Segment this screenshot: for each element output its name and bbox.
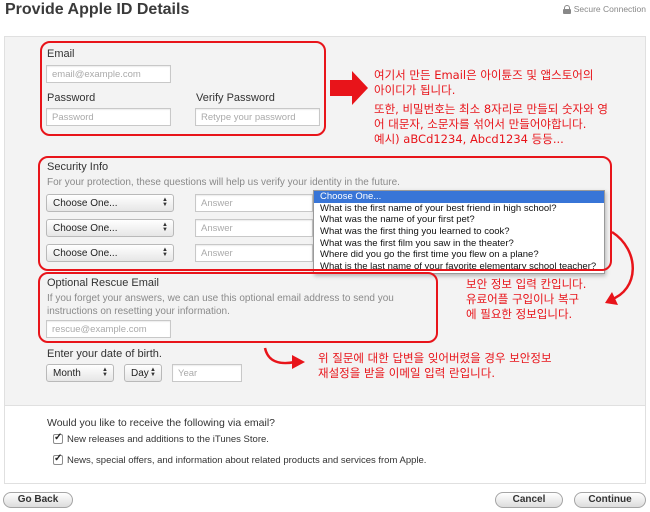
annotation-line: 아이디가 됩니다. — [374, 83, 456, 97]
annotation-line: 유료어플 구입이나 복구 — [466, 292, 580, 306]
annotation-line: 보안 정보 입력 칸입니다. — [466, 277, 587, 291]
annotation-line: 에 필요한 정보입니다. — [466, 307, 573, 321]
arrow-right-icon — [330, 71, 368, 105]
annotation-rescue-note: 위 질문에 대한 답변을 잊어버렸을 경우 보안정보 재설정을 받을 이메일 입… — [318, 351, 552, 381]
annotation-line: 또한, 비밀번호는 최소 8자리로 만들되 숫자와 영 — [374, 102, 608, 116]
annotation-line: 예시) aBCd1234, Abcd1234 등등... — [374, 132, 564, 146]
annotation-security-note: 보안 정보 입력 칸입니다. 유료어플 구입이나 복구 에 필요한 정보입니다. — [466, 277, 586, 322]
annotation-line: 위 질문에 대한 답변을 잊어버렸을 경우 보안정보 — [318, 351, 552, 365]
annotation-password-note: 또한, 비밀번호는 최소 8자리로 만들되 숫자와 영 어 대문자, 소문자를 … — [374, 102, 608, 147]
annotation-line: 여기서 만든 Email은 아이튠즈 및 앱스토어의 — [374, 68, 594, 82]
curved-arrow-icon — [263, 347, 296, 365]
annotation-line: 재설정을 받을 이메일 입력 란입니다. — [318, 366, 495, 380]
annotation-email-note: 여기서 만든 Email은 아이튠즈 및 앱스토어의 아이디가 됩니다. — [374, 68, 593, 98]
curved-arrow-icon — [609, 230, 634, 302]
arrowhead-icon — [292, 355, 305, 369]
annotation-line: 어 대문자, 소문자를 섞어서 만들어야합니다. — [374, 117, 587, 131]
